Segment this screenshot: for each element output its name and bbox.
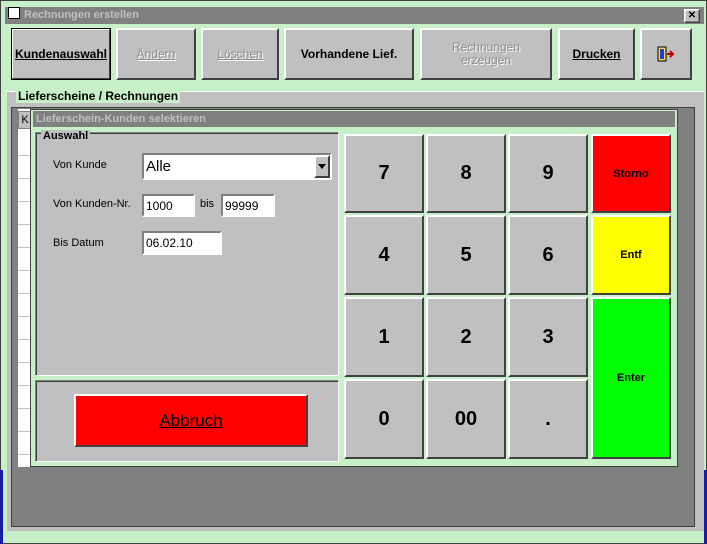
close-icon: ✕	[687, 10, 697, 21]
window-title: Rechnungen erstellen	[24, 9, 139, 21]
bis-label: bis	[200, 198, 215, 210]
key-9[interactable]: 9	[508, 134, 588, 213]
bis-datum-input[interactable]: 06.02.10	[142, 231, 222, 255]
app-icon	[8, 7, 20, 19]
vorhandene-lief-label: Vorhandene Lief.	[300, 47, 398, 61]
von-kunde-label: Von Kunde	[53, 159, 107, 171]
background-strip-left	[0, 470, 3, 544]
bis-kunden-nr-input[interactable]: 99999	[221, 194, 275, 217]
drucken-button[interactable]: Drucken	[558, 28, 635, 80]
key-0[interactable]: 0	[344, 379, 424, 459]
auswahl-group-label: Auswahl	[41, 130, 91, 142]
storno-button[interactable]: Storno	[591, 134, 671, 213]
aendern-button[interactable]: Ändern	[116, 28, 196, 80]
main-window: Rechnungen erstellen ✕ Kundenauswahl Änd…	[0, 0, 707, 544]
dropdown-button[interactable]	[314, 155, 330, 178]
key-00[interactable]: 00	[426, 379, 506, 459]
key-2[interactable]: 2	[426, 297, 506, 377]
key-3[interactable]: 3	[508, 297, 588, 377]
von-kunde-value: Alle	[146, 158, 172, 175]
section-label: Lieferscheine / Rechnungen	[16, 89, 181, 103]
window-title-bar: Rechnungen erstellen	[5, 7, 704, 24]
chevron-down-icon	[318, 164, 326, 169]
drucken-label: Drucken	[572, 47, 621, 61]
key-7[interactable]: 7	[344, 134, 424, 213]
close-button[interactable]: ✕	[684, 9, 700, 23]
key-5[interactable]: 5	[426, 215, 506, 295]
key-8[interactable]: 8	[426, 134, 506, 213]
kundenauswahl-label: Kundenauswahl	[14, 47, 107, 61]
kundenauswahl-button[interactable]: Kundenauswahl	[11, 28, 111, 80]
aendern-label: Ändern	[136, 47, 176, 61]
abbruch-label: Abbruch	[159, 410, 223, 430]
loeschen-button[interactable]: Löschen	[201, 28, 279, 80]
kunden-selektieren-dialog: Lieferschein-Kunden selektieren Auswahl …	[30, 109, 678, 467]
dialog-title-bar: Lieferschein-Kunden selektieren	[33, 111, 675, 127]
vorhandene-lief-button[interactable]: Vorhandene Lief.	[284, 28, 414, 80]
key-6[interactable]: 6	[508, 215, 588, 295]
von-kunde-select[interactable]: Alle	[142, 153, 332, 180]
exit-button[interactable]	[640, 28, 692, 80]
abbruch-button[interactable]: Abbruch	[74, 394, 308, 447]
von-kunden-nr-label: Von Kunden-Nr.	[53, 198, 131, 210]
bis-datum-label: Bis Datum	[53, 237, 104, 249]
key-1[interactable]: 1	[344, 297, 424, 377]
von-kunden-nr-input[interactable]: 1000	[142, 194, 195, 217]
loeschen-label: Löschen	[217, 47, 263, 61]
key-4[interactable]: 4	[344, 215, 424, 295]
rechnungen-erzeugen-button[interactable]: Rechnungen erzeugen	[420, 28, 552, 80]
entf-button[interactable]: Entf	[591, 215, 671, 295]
enter-button[interactable]: Enter	[591, 297, 671, 459]
rechnungen-erzeugen-label: Rechnungen erzeugen	[451, 40, 521, 67]
exit-door-icon	[657, 46, 675, 62]
key-decimal[interactable]: .	[508, 379, 588, 459]
